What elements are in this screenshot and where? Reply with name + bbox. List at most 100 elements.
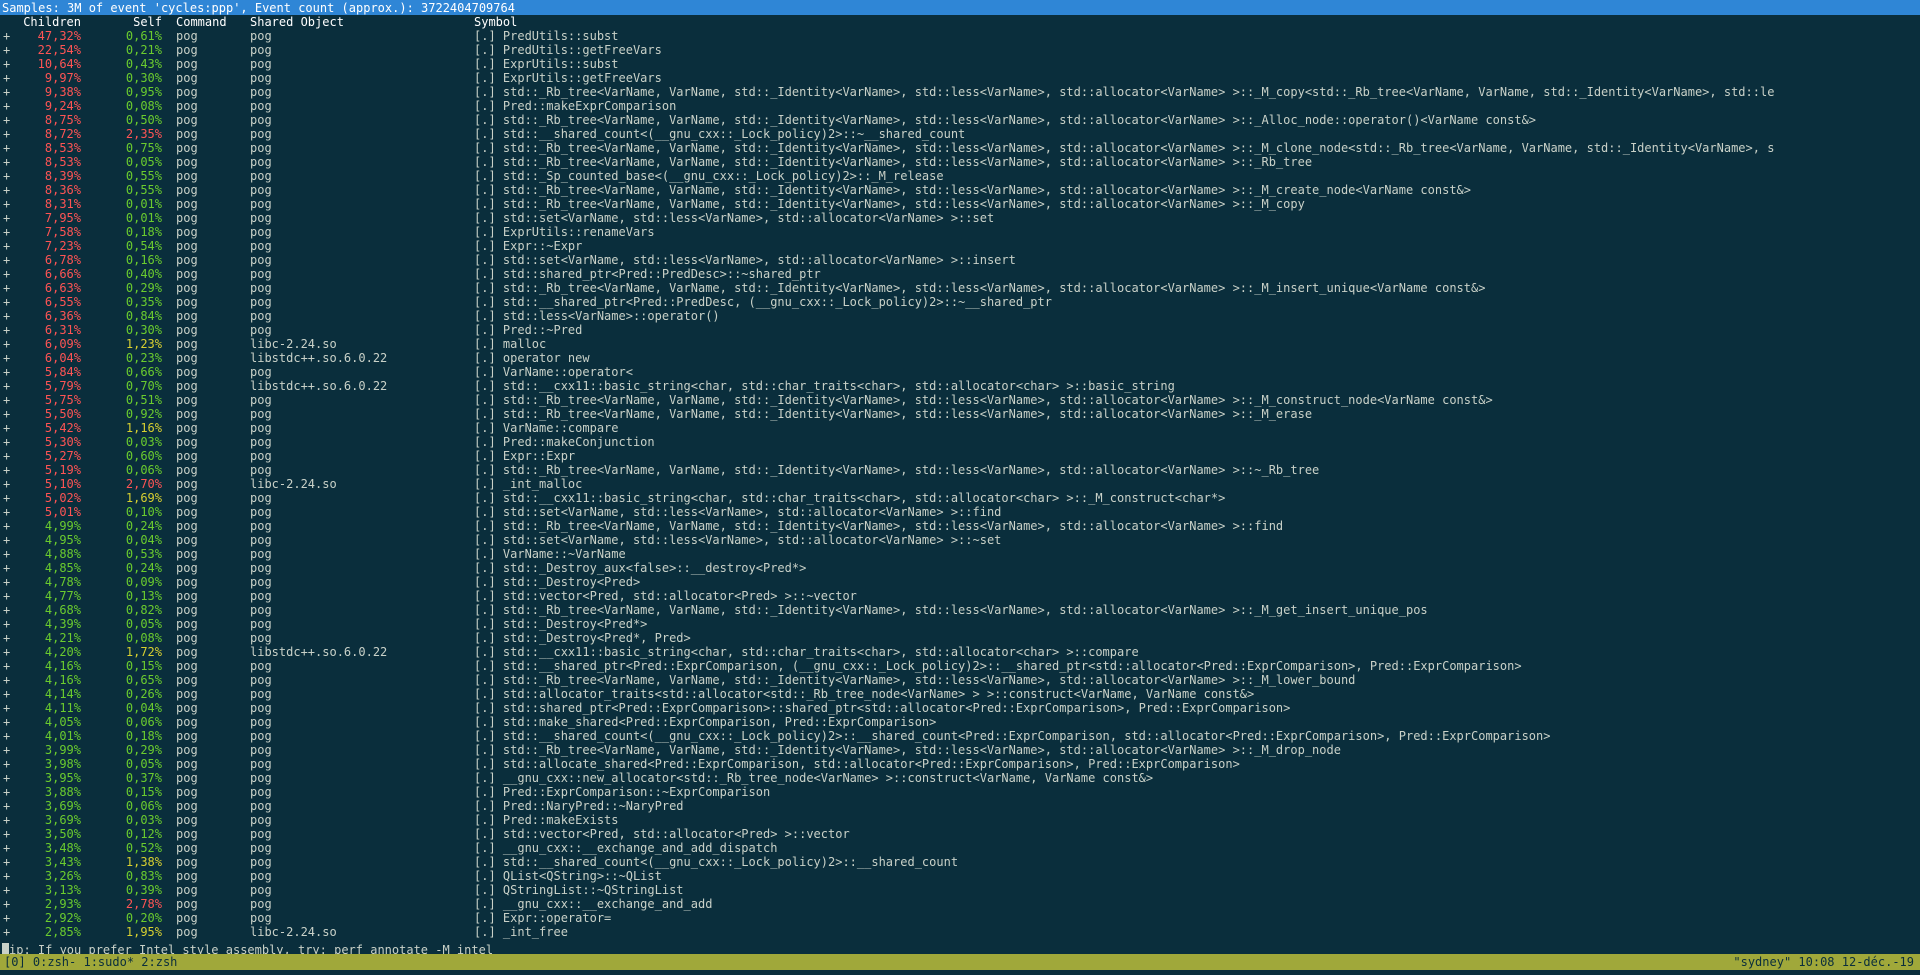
table-row[interactable]: +6,09% 1,23% pog libc-2.24.so [.] malloc bbox=[0, 337, 1920, 351]
table-row[interactable]: +7,23% 0,54% pog pog [.] Expr::~Expr bbox=[0, 239, 1920, 253]
table-row[interactable]: +5,75% 0,51% pog pog [.] std::_Rb_tree<VarNa… bbox=[0, 393, 1920, 407]
table-row[interactable]: +5,84% 0,66% pog pog [.] VarName::operator< bbox=[0, 365, 1920, 379]
table-row[interactable]: +4,11% 0,04% pog pog [.] std::shared_ptr<Pre… bbox=[0, 701, 1920, 715]
shared-object-column-header[interactable]: Shared Object bbox=[250, 15, 344, 29]
table-row[interactable]: +4,21% 0,08% pog pog [.] std::_Destroy<Pred*… bbox=[0, 631, 1920, 645]
tmux-window-list[interactable]: [0] 0:zsh- 1:sudo* 2:zsh bbox=[4, 955, 177, 969]
self-percent: 0,55% bbox=[125, 169, 162, 183]
command-cell: pog bbox=[176, 393, 198, 407]
table-row[interactable]: +4,14% 0,26% pog pog [.] std::allocator_trai… bbox=[0, 687, 1920, 701]
table-row[interactable]: +9,38% 0,95% pog pog [.] std::_Rb_tree<VarNa… bbox=[0, 85, 1920, 99]
table-row[interactable]: +8,53% 0,05% pog pog [.] std::_Rb_tree<VarNa… bbox=[0, 155, 1920, 169]
table-row[interactable]: +2,85% 1,95% pog libc-2.24.so [.] _int_free bbox=[0, 925, 1920, 939]
table-row[interactable]: +7,58% 0,18% pog pog [.] ExprUtils::renameVa… bbox=[0, 225, 1920, 239]
self-percent: 0,05% bbox=[125, 757, 162, 771]
table-row[interactable]: +5,19% 0,06% pog pog [.] std::_Rb_tree<VarNa… bbox=[0, 463, 1920, 477]
table-row[interactable]: +4,20% 1,72% pog libstdc++.so.6.0.22 [.] std… bbox=[0, 645, 1920, 659]
symbol-cell: [.] Expr::operator= bbox=[474, 911, 612, 925]
table-row[interactable]: +8,39% 0,55% pog pog [.] std::_Sp_counted_ba… bbox=[0, 169, 1920, 183]
children-percent: 4,88% bbox=[44, 547, 81, 561]
table-row[interactable]: +5,50% 0,92% pog pog [.] std::_Rb_tree<VarNa… bbox=[0, 407, 1920, 421]
symbol-column-header[interactable]: Symbol bbox=[474, 15, 517, 29]
children-percent: 8,72% bbox=[44, 127, 81, 141]
command-cell: pog bbox=[176, 701, 198, 715]
self-percent: 0,52% bbox=[125, 841, 162, 855]
symbol-cell: [.] std::_Rb_tree<VarName, VarName, std:… bbox=[474, 183, 1471, 197]
command-column-header[interactable]: Command bbox=[176, 15, 227, 29]
table-row[interactable]: +3,69% 0,06% pog pog [.] Pred::NaryPred::~Na… bbox=[0, 799, 1920, 813]
table-row[interactable]: +5,01% 0,10% pog pog [.] std::set<VarName, s… bbox=[0, 505, 1920, 519]
shared-object-cell: pog bbox=[250, 505, 272, 519]
table-row[interactable]: +6,78% 0,16% pog pog [.] std::set<VarName, s… bbox=[0, 253, 1920, 267]
self-percent: 0,43% bbox=[125, 57, 162, 71]
table-row[interactable]: +10,64% 0,43% pog pog [.] ExprUtils::subst bbox=[0, 57, 1920, 71]
table-row[interactable]: +5,42% 1,16% pog pog [.] VarName::compare bbox=[0, 421, 1920, 435]
command-cell: pog bbox=[176, 757, 198, 771]
table-row[interactable]: +9,24% 0,08% pog pog [.] Pred::makeExprCompa… bbox=[0, 99, 1920, 113]
table-row[interactable]: +4,68% 0,82% pog pog [.] std::_Rb_tree<VarNa… bbox=[0, 603, 1920, 617]
table-row[interactable]: +3,69% 0,03% pog pog [.] Pred::makeExists bbox=[0, 813, 1920, 827]
shared-object-cell: libstdc++.so.6.0.22 bbox=[250, 645, 388, 659]
table-row[interactable]: +4,01% 0,18% pog pog [.] std::__shared_count… bbox=[0, 729, 1920, 743]
table-row[interactable]: +5,79% 0,70% pog libstdc++.so.6.0.22 [.] std… bbox=[0, 379, 1920, 393]
table-row[interactable]: +2,92% 0,20% pog pog [.] Expr::operator= bbox=[0, 911, 1920, 925]
table-row[interactable]: +3,43% 1,38% pog pog [.] std::__shared_count… bbox=[0, 855, 1920, 869]
table-row[interactable]: +8,53% 0,75% pog pog [.] std::_Rb_tree<VarNa… bbox=[0, 141, 1920, 155]
children-percent: 3,43% bbox=[44, 855, 81, 869]
shared-object-cell: pog bbox=[250, 785, 272, 799]
table-row[interactable]: +6,55% 0,35% pog pog [.] std::__shared_ptr<P… bbox=[0, 295, 1920, 309]
children-percent: 4,14% bbox=[44, 687, 81, 701]
table-row[interactable]: +3,99% 0,29% pog pog [.] std::_Rb_tree<VarNa… bbox=[0, 743, 1920, 757]
table-row[interactable]: +7,95% 0,01% pog pog [.] std::set<VarName, s… bbox=[0, 211, 1920, 225]
table-row[interactable]: +8,72% 2,35% pog pog [.] std::__shared_count… bbox=[0, 127, 1920, 141]
children-percent: 4,39% bbox=[44, 617, 81, 631]
table-row[interactable]: +4,39% 0,05% pog pog [.] std::_Destroy<Pred*… bbox=[0, 617, 1920, 631]
table-row[interactable]: +6,66% 0,40% pog pog [.] std::shared_ptr<Pre… bbox=[0, 267, 1920, 281]
table-row[interactable]: +2,93% 2,78% pog pog [.] __gnu_cxx::__exchan… bbox=[0, 897, 1920, 911]
table-row[interactable]: +4,77% 0,13% pog pog [.] std::vector<Pred, s… bbox=[0, 589, 1920, 603]
table-row[interactable]: +5,30% 0,03% pog pog [.] Pred::makeConjuncti… bbox=[0, 435, 1920, 449]
table-row[interactable]: +4,99% 0,24% pog pog [.] std::_Rb_tree<VarNa… bbox=[0, 519, 1920, 533]
table-row[interactable]: +4,95% 0,04% pog pog [.] std::set<VarName, s… bbox=[0, 533, 1920, 547]
table-row[interactable]: +3,48% 0,52% pog pog [.] __gnu_cxx::__exchan… bbox=[0, 841, 1920, 855]
table-row[interactable]: +47,32% 0,61% pog pog [.] PredUtils::subst bbox=[0, 29, 1920, 43]
table-row[interactable]: +5,27% 0,60% pog pog [.] Expr::Expr bbox=[0, 449, 1920, 463]
symbol-cell: [.] std::_Rb_tree<VarName, VarName, std:… bbox=[474, 141, 1775, 155]
table-row[interactable]: +4,78% 0,09% pog pog [.] std::_Destroy<Pred> bbox=[0, 575, 1920, 589]
table-row[interactable]: +6,04% 0,23% pog libstdc++.so.6.0.22 [.] ope… bbox=[0, 351, 1920, 365]
table-row[interactable]: +6,36% 0,84% pog pog [.] std::less<VarName>:… bbox=[0, 309, 1920, 323]
table-row[interactable]: +8,36% 0,55% pog pog [.] std::_Rb_tree<VarNa… bbox=[0, 183, 1920, 197]
children-percent: 4,21% bbox=[44, 631, 81, 645]
table-row[interactable]: +3,13% 0,39% pog pog [.] QStringList::~QStri… bbox=[0, 883, 1920, 897]
table-row[interactable]: +5,02% 1,69% pog pog [.] std::__cxx11::basic… bbox=[0, 491, 1920, 505]
table-row[interactable]: +3,26% 0,83% pog pog [.] QList<QString>::~QL… bbox=[0, 869, 1920, 883]
table-row[interactable]: +3,98% 0,05% pog pog [.] std::allocate_share… bbox=[0, 757, 1920, 771]
symbol-cell: [.] Pred::makeConjunction bbox=[474, 435, 655, 449]
samples-summary: Samples: 3M of event 'cycles:ppp', Event… bbox=[2, 1, 515, 15]
children-column-header[interactable]: Children bbox=[0, 15, 81, 29]
table-row[interactable]: +6,63% 0,29% pog pog [.] std::_Rb_tree<VarNa… bbox=[0, 281, 1920, 295]
table-row[interactable]: +4,16% 0,65% pog pog [.] std::_Rb_tree<VarNa… bbox=[0, 673, 1920, 687]
shared-object-cell: pog bbox=[250, 827, 272, 841]
children-percent: 3,13% bbox=[44, 883, 81, 897]
table-row[interactable]: +4,05% 0,06% pog pog [.] std::make_shared<Pr… bbox=[0, 715, 1920, 729]
table-row[interactable]: +3,88% 0,15% pog pog [.] Pred::ExprCompariso… bbox=[0, 785, 1920, 799]
table-row[interactable]: +22,54% 0,21% pog pog [.] PredUtils::getFree… bbox=[0, 43, 1920, 57]
table-row[interactable]: +4,85% 0,24% pog pog [.] std::_Destroy_aux<f… bbox=[0, 561, 1920, 575]
table-row[interactable]: +5,10% 2,70% pog libc-2.24.so [.] _int_mallo… bbox=[0, 477, 1920, 491]
self-percent: 2,35% bbox=[125, 127, 162, 141]
symbol-cell: [.] std::_Rb_tree<VarName, VarName, std:… bbox=[474, 393, 1493, 407]
table-row[interactable]: +3,50% 0,12% pog pog [.] std::vector<Pred, s… bbox=[0, 827, 1920, 841]
children-percent: 5,75% bbox=[44, 393, 81, 407]
command-cell: pog bbox=[176, 687, 198, 701]
table-row[interactable]: +9,97% 0,30% pog pog [.] ExprUtils::getFreeV… bbox=[0, 71, 1920, 85]
self-column-header[interactable]: Self bbox=[82, 15, 162, 29]
table-row[interactable]: +3,95% 0,37% pog pog [.] __gnu_cxx::new_allo… bbox=[0, 771, 1920, 785]
command-cell: pog bbox=[176, 57, 198, 71]
table-row[interactable]: +8,31% 0,01% pog pog [.] std::_Rb_tree<VarNa… bbox=[0, 197, 1920, 211]
table-row[interactable]: +4,16% 0,15% pog pog [.] std::__shared_ptr<P… bbox=[0, 659, 1920, 673]
table-row[interactable]: +6,31% 0,30% pog pog [.] Pred::~Pred bbox=[0, 323, 1920, 337]
table-row[interactable]: +4,88% 0,53% pog pog [.] VarName::~VarName bbox=[0, 547, 1920, 561]
command-cell: pog bbox=[176, 841, 198, 855]
table-row[interactable]: +8,75% 0,50% pog pog [.] std::_Rb_tree<VarNa… bbox=[0, 113, 1920, 127]
